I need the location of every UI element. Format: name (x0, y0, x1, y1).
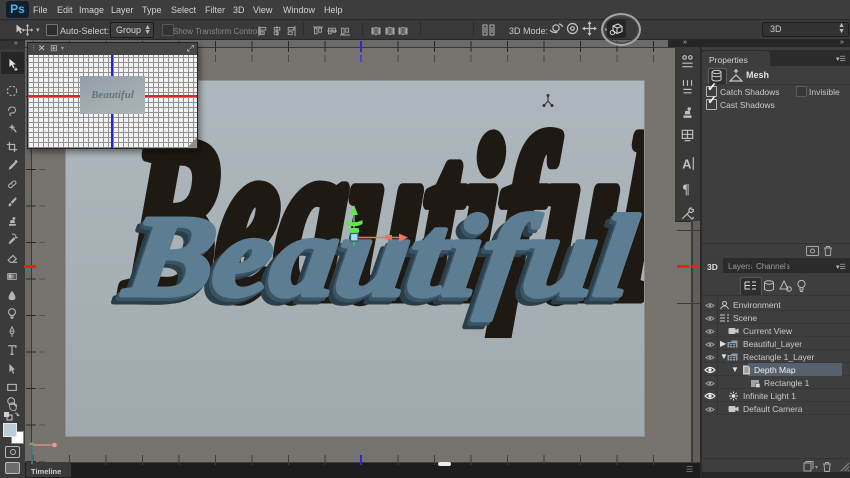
svg-text:Beautiful: Beautiful (117, 193, 643, 321)
svg-text:A: A (682, 158, 691, 171)
svg-text:¶: ¶ (682, 182, 689, 196)
